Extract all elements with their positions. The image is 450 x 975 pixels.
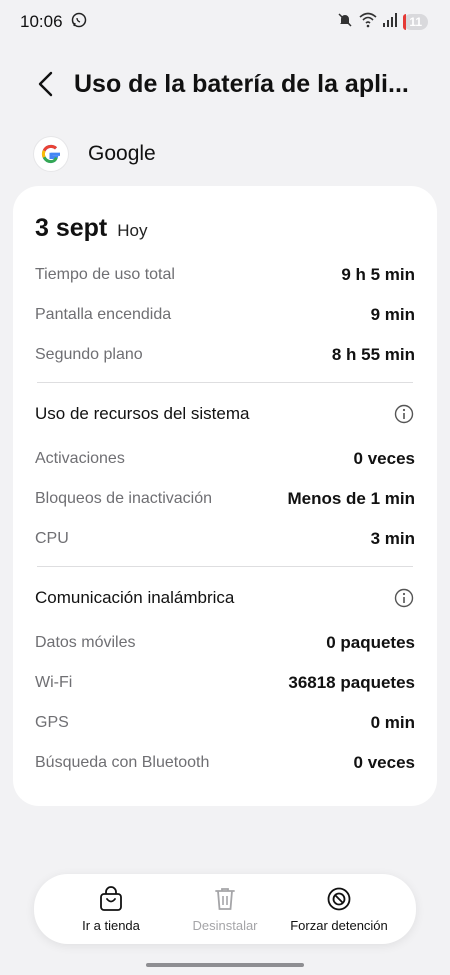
row-label: Tiempo de uso total [35,266,175,283]
date-row: 3 sept Hoy [35,214,148,243]
battery-icon: 11 [403,14,428,30]
wifi-icon [359,12,377,33]
info-icon [394,404,414,424]
status-time: 10:06 [20,12,63,31]
usage-row: Tiempo de uso total 9 h 5 min [35,260,415,290]
section-title: Comunicación inalámbrica [35,588,235,607]
signal-icon [383,12,398,32]
section-title: Uso de recursos del sistema [35,404,250,423]
wireless-row: Búsqueda con Bluetooth 0 veces [35,748,415,778]
row-value: 3 min [370,529,415,548]
wireless-row: Datos móviles 0 paquetes [35,628,415,658]
row-value: 9 h 5 min [341,265,415,284]
system-resources-section: Uso de recursos del sistema [35,399,415,429]
wireless-row: GPS 0 min [35,708,415,738]
row-value: 9 min [370,305,415,324]
row-label: Datos móviles [35,634,136,651]
row-label: Activaciones [35,450,125,467]
info-button[interactable] [393,403,415,425]
status-left: 10:06 [20,12,87,33]
row-label: Segundo plano [35,346,143,363]
action-bar: Ir a tienda Desinstalar Forzar detención [34,874,416,944]
date-sub-label: Hoy [117,221,148,240]
info-button[interactable] [393,587,415,609]
google-app-icon [34,137,68,171]
system-row: CPU 3 min [35,524,415,554]
system-row: Activaciones 0 veces [35,444,415,474]
row-label: Bloqueos de inactivación [35,490,213,507]
trash-icon [215,887,235,910]
row-label: Pantalla encendida [35,306,172,323]
usage-row: Segundo plano 8 h 55 min [35,340,415,370]
page-title: Uso de la batería de la apli... [74,69,409,98]
row-label: Wi-Fi [35,674,73,691]
home-indicator[interactable] [146,963,304,967]
date-label: 3 sept [35,214,108,242]
row-value: 0 paquetes [326,633,415,652]
app-name: Google [88,142,156,165]
mute-icon [337,12,353,33]
battery-level: 11 [409,15,422,29]
row-value: 36818 paquetes [288,673,415,692]
action-label: Desinstalar [192,917,258,933]
status-bar: 10:06 11 [0,0,450,44]
block-icon [327,887,351,910]
uninstall-button[interactable]: Desinstalar [170,886,280,933]
back-arrow-icon [38,71,53,97]
status-right: 11 [337,12,428,33]
system-row: Bloqueos de inactivación Menos de 1 min [35,484,415,514]
row-label: GPS [35,714,69,731]
row-label: Búsqueda con Bluetooth [35,754,210,771]
wireless-row: Wi-Fi 36818 paquetes [35,668,415,698]
app-row: Google [34,134,156,174]
row-label: CPU [35,530,69,547]
battery-usage-card: 3 sept Hoy Tiempo de uso total 9 h 5 min… [13,186,437,806]
go-to-store-button[interactable]: Ir a tienda [56,885,166,933]
usage-row: Pantalla encendida 9 min [35,300,415,330]
shopping-bag-icon [100,885,122,911]
divider [37,382,413,383]
row-value: Menos de 1 min [287,489,415,508]
action-label: Forzar detención [290,917,388,933]
whatsapp-icon [71,12,87,33]
action-label: Ir a tienda [82,917,140,933]
force-stop-button[interactable]: Forzar detención [284,886,394,933]
row-value: 0 min [370,713,415,732]
row-value: 8 h 55 min [331,345,415,364]
divider [37,566,413,567]
info-icon [394,588,414,608]
row-value: 0 veces [353,753,415,772]
header: Uso de la batería de la apli... [0,58,450,110]
wireless-section: Comunicación inalámbrica [35,583,415,613]
back-button[interactable] [30,64,62,104]
row-value: 0 veces [353,449,415,468]
